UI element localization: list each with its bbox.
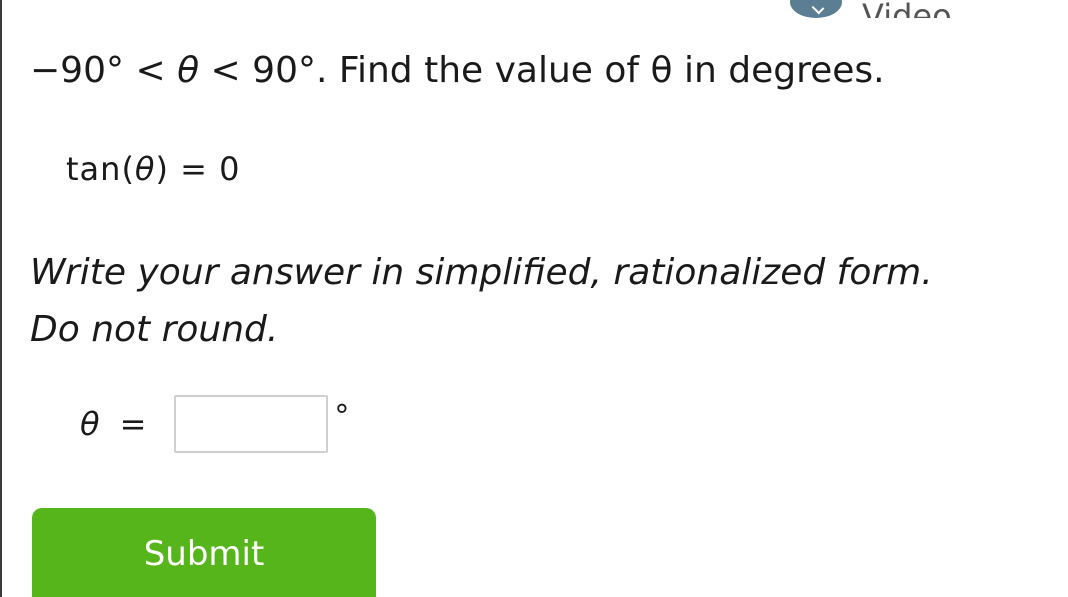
instruction-line-1: Write your answer in simplified, rationa… <box>30 252 933 293</box>
check-circle-icon <box>790 0 842 18</box>
close-paren: ) <box>155 150 169 188</box>
problem-text: . Find the value of θ in degrees. <box>315 50 885 91</box>
equals-sign: = <box>180 150 208 188</box>
function-name: tan <box>66 150 122 188</box>
answer-equals-sign: = <box>119 405 147 443</box>
answer-input[interactable] <box>174 395 329 453</box>
equation-value: 0 <box>219 150 241 188</box>
submit-button[interactable]: Submit <box>32 508 376 597</box>
degree-symbol: ° <box>334 399 350 434</box>
answer-variable: θ <box>80 405 100 443</box>
left-border <box>0 0 2 597</box>
equation-variable: θ <box>134 150 156 188</box>
answer-row: θ = ° <box>80 393 349 455</box>
theta-variable: θ <box>177 50 200 91</box>
upper-bound: 90° <box>252 50 316 91</box>
submit-label: Submit <box>143 534 265 574</box>
given-equation: tan(θ) = 0 <box>66 150 241 188</box>
lower-bound: −90° <box>30 50 124 91</box>
open-paren: ( <box>121 150 135 188</box>
less-than-1: < <box>135 50 166 91</box>
video-link[interactable]: Video <box>790 0 952 18</box>
problem-statement: −90° < θ < 90°. Find the value of θ in d… <box>30 50 885 91</box>
interval-expression: −90° < θ < 90° <box>30 50 316 91</box>
instructions: Write your answer in simplified, rationa… <box>30 244 933 358</box>
less-than-2: < <box>210 50 241 91</box>
video-label: Video <box>862 0 952 18</box>
instruction-line-2: Do not round. <box>30 309 279 350</box>
